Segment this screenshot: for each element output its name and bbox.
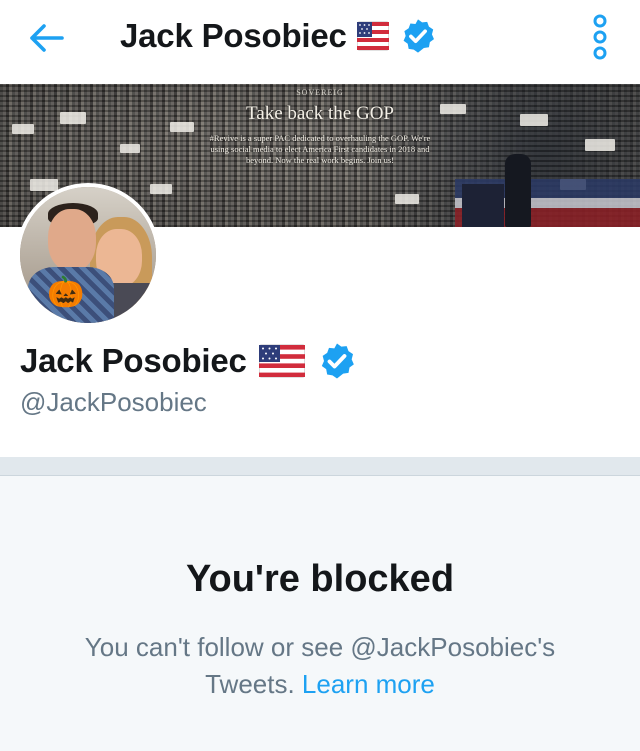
banner-text: SOVEREIG Take back the GOP #Revive is a … xyxy=(195,88,445,166)
pumpkin-icon: 🎃 xyxy=(47,276,85,309)
profile-name: Jack Posobiec xyxy=(20,342,247,379)
section-divider xyxy=(0,457,640,476)
back-button[interactable] xyxy=(22,18,70,58)
verified-badge-icon xyxy=(403,19,434,53)
verified-badge-icon xyxy=(321,343,354,379)
more-options-button[interactable] xyxy=(588,12,612,62)
avatar-shirt-woman xyxy=(106,283,156,323)
profile-handle: @JackPosobiec xyxy=(20,387,207,417)
us-flag-icon xyxy=(356,21,389,51)
blocked-message-group: You can't follow or see @JackPosobiec's … xyxy=(40,629,600,703)
banner-subtitle: #Revive is a super PAC dedicated to over… xyxy=(209,133,431,165)
arrow-left-icon xyxy=(30,24,64,52)
banner-title: Take back the GOP xyxy=(246,103,394,124)
blocked-title: You're blocked xyxy=(185,558,455,600)
profile-name-group: Jack Posobiec xyxy=(20,339,357,383)
profile-avatar[interactable]: 🎃 xyxy=(16,183,160,327)
top-nav-bar: Jack Posobiec xyxy=(0,0,640,85)
avatar-face-man xyxy=(48,209,96,271)
topbar-title-group: Jack Posobiec xyxy=(120,16,437,56)
blocked-notice: You're blocked You can't follow or see @… xyxy=(0,476,640,751)
banner-brand: SOVEREIG xyxy=(296,88,344,97)
topbar-title: Jack Posobiec xyxy=(120,17,347,54)
more-vertical-icon xyxy=(593,14,607,60)
banner-speaker xyxy=(505,154,531,227)
us-flag-icon xyxy=(258,344,305,378)
learn-more-link[interactable]: Learn more xyxy=(302,669,435,699)
banner-podium xyxy=(462,184,504,227)
